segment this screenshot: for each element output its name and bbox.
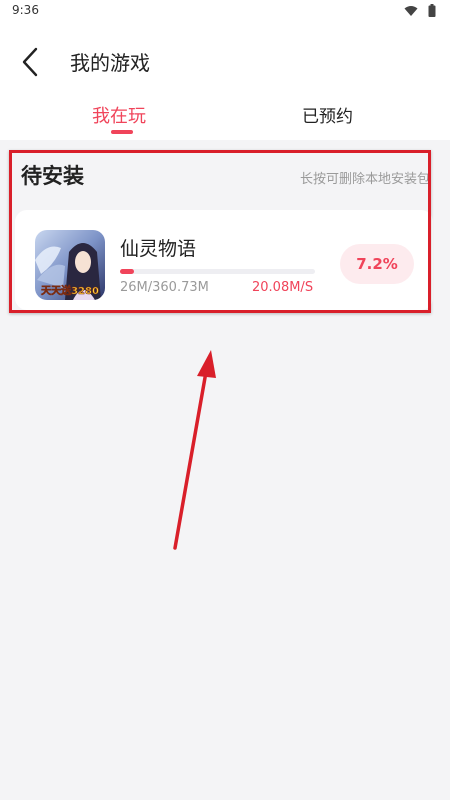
annotation-arrow: [173, 350, 216, 550]
